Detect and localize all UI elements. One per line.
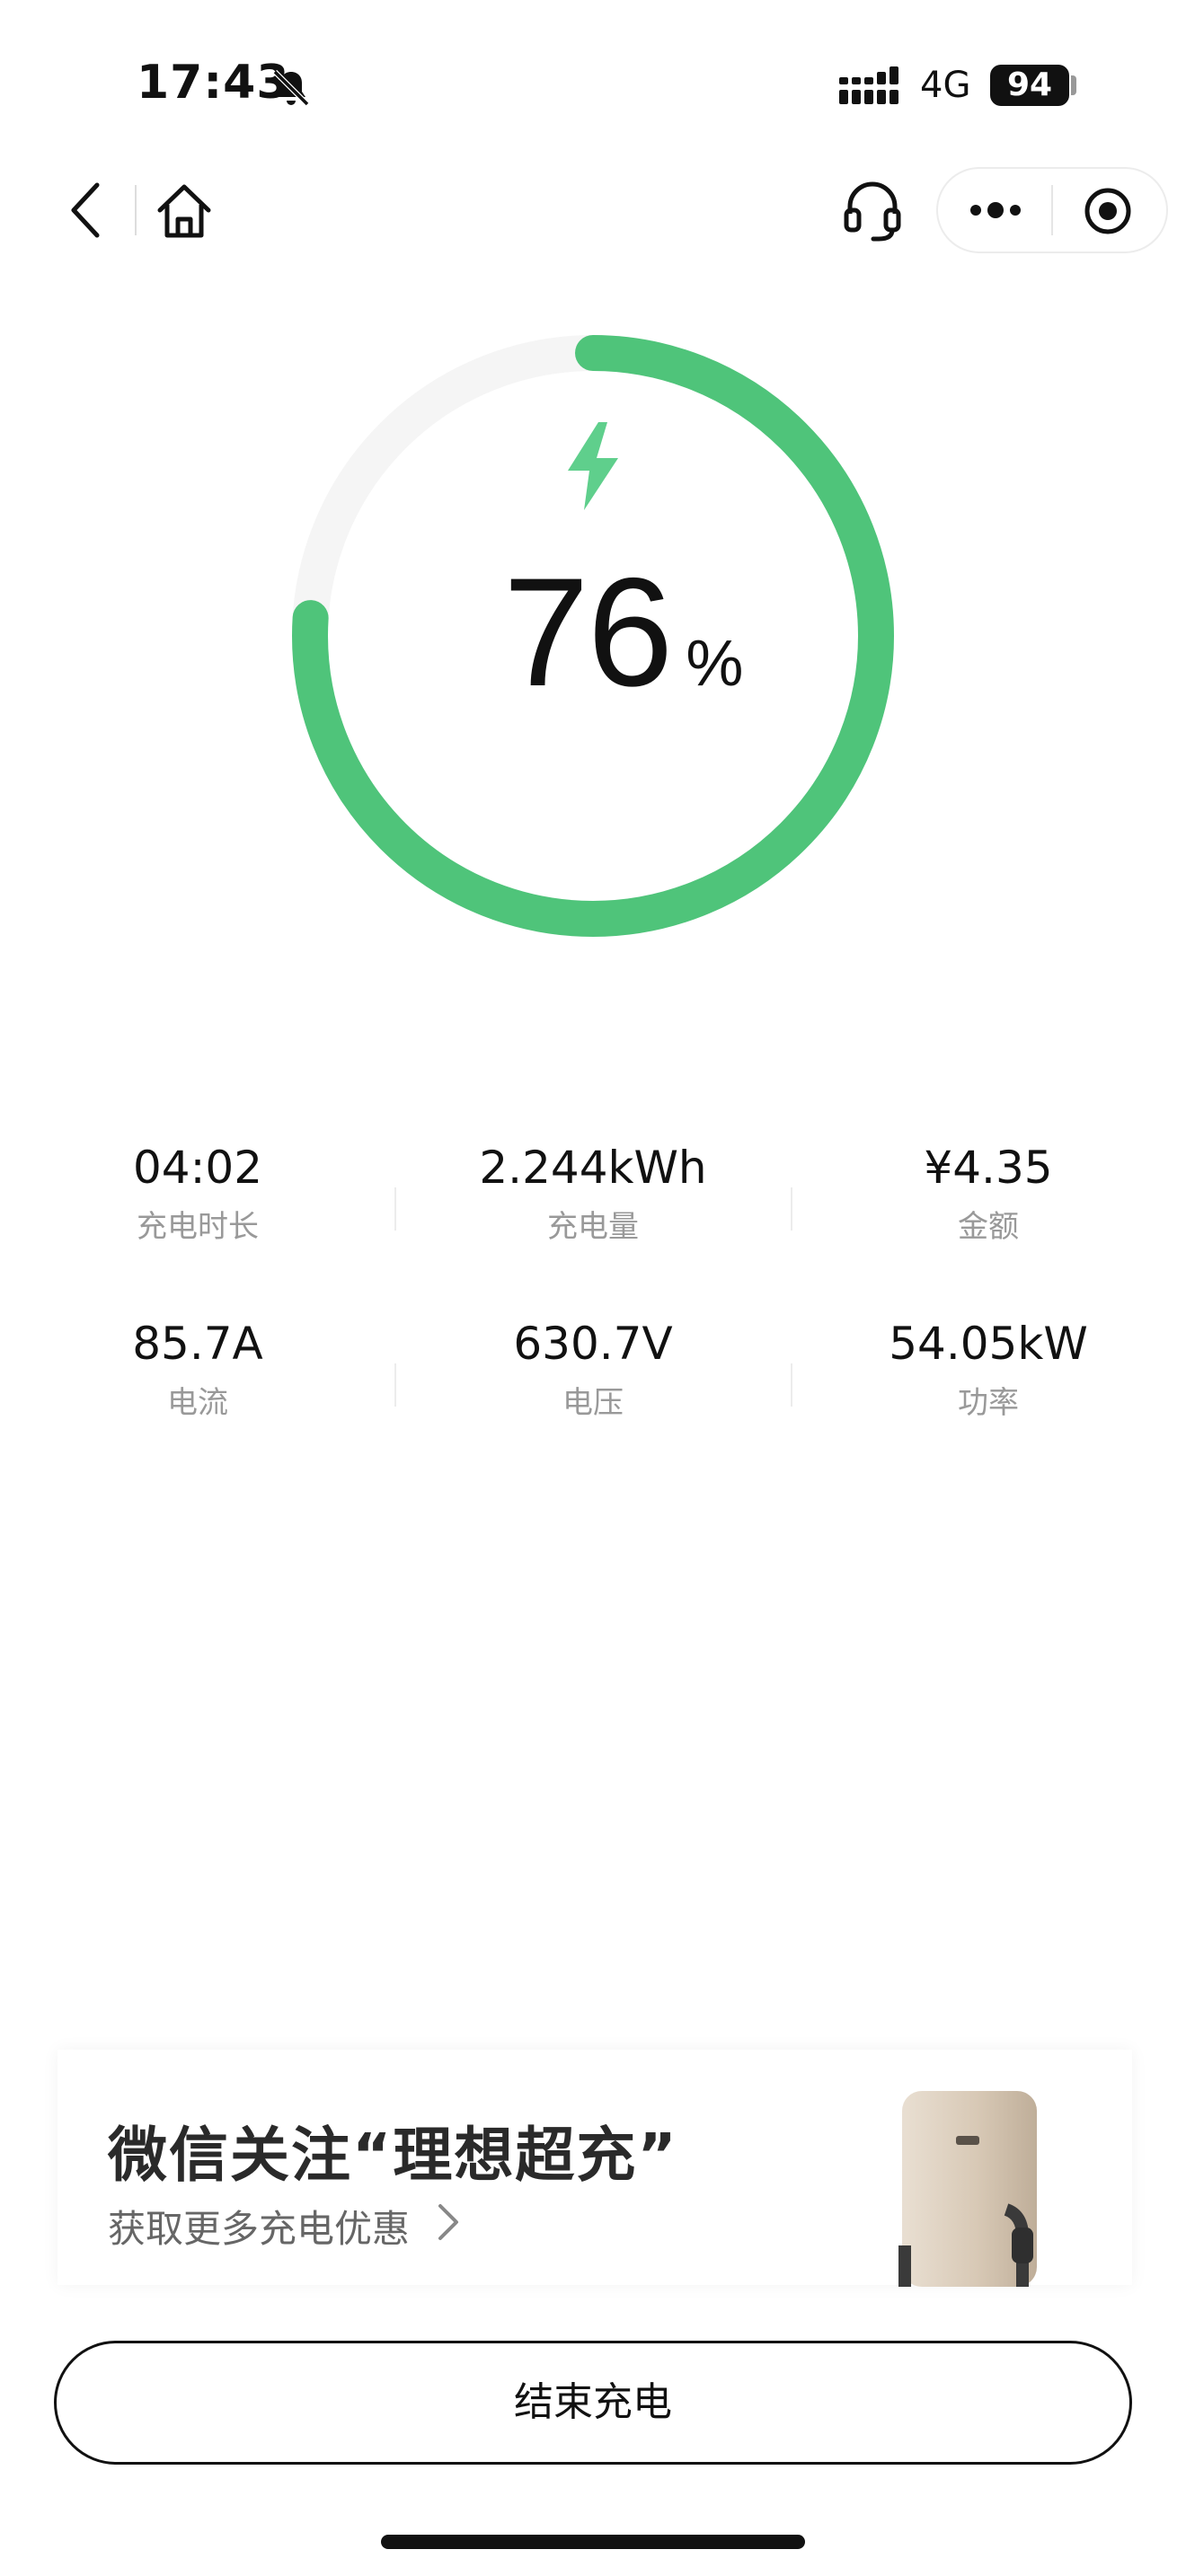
stat-value: 2.244kWh [479,1142,707,1194]
stat-voltage: 630.7V 电压 [395,1317,791,1422]
bell-slash-icon [272,69,310,107]
stat-value: 54.05kW [889,1318,1088,1370]
signal-icon [839,66,898,104]
stat-label: 电流 [167,1385,228,1421]
stat-label: 充电量 [547,1209,639,1245]
status-time: 17:43 [137,56,290,110]
stat-value: 85.7A [132,1318,263,1370]
stats-row-2: 85.7A 电流 630.7V 电压 54.05kW 功率 [0,1317,1186,1493]
network-label: 4G [920,65,971,106]
percent-value: 76 [503,546,673,719]
nav-divider [135,185,137,235]
end-charging-button[interactable]: 结束充电 [54,2341,1132,2465]
wechat-follow-banner[interactable]: 微信关注“理想超充” 获取更多充电优惠 [58,2050,1132,2287]
stat-value: 630.7V [513,1318,673,1370]
stat-amount: ¥4.35 金额 [791,1141,1186,1246]
stat-value: 04:02 [132,1142,263,1194]
battery-tip [1071,75,1076,95]
more-icon[interactable] [967,194,1024,226]
stat-value: ¥4.35 [924,1142,1053,1194]
stat-power: 54.05kW 功率 [791,1317,1186,1422]
stat-label: 电压 [562,1385,624,1421]
percent-sign: % [686,628,744,700]
charge-percent: 76 % [503,555,743,710]
promo-title: 微信关注“理想超充” [108,2121,678,2190]
back-icon[interactable] [63,178,110,243]
home-icon[interactable] [153,180,216,243]
stat-duration: 04:02 充电时长 [0,1141,395,1246]
target-icon[interactable] [1084,187,1132,235]
headset-icon[interactable] [841,178,904,243]
stat-label: 功率 [958,1385,1019,1421]
capsule-divider [1051,185,1053,235]
battery-indicator: 94 [990,65,1069,106]
stats-row-1: 04:02 充电时长 2.244kWh 充电量 ¥4.35 金额 [0,1141,1186,1317]
chevron-right-icon [438,2204,458,2240]
lightning-bolt-icon [568,422,618,510]
stat-energy: 2.244kWh 充电量 [395,1141,791,1246]
promo-subtitle: 获取更多充电优惠 [108,2207,411,2251]
stat-current: 85.7A 电流 [0,1317,395,1422]
stat-label: 充电时长 [137,1209,259,1245]
charger-image [898,2091,1037,2287]
home-indicator [381,2535,805,2549]
stat-label: 金额 [958,1209,1019,1245]
charging-stats: 04:02 充电时长 2.244kWh 充电量 ¥4.35 金额 85.7A 电… [0,1141,1186,1493]
